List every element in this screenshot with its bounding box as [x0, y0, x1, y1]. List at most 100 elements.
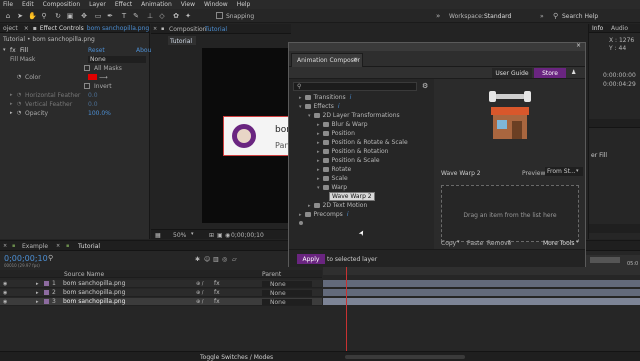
- menu-effect[interactable]: Effect: [115, 1, 132, 8]
- apply-button[interactable]: Apply: [297, 254, 325, 264]
- search-help-input[interactable]: Search Help: [562, 13, 598, 20]
- menu-file[interactable]: File: [3, 1, 13, 8]
- tree-node[interactable]: ▸ Transitions i: [299, 93, 351, 102]
- fx-switch-icon[interactable]: fx: [214, 298, 220, 305]
- close-icon[interactable]: ×: [24, 25, 29, 32]
- account-icon[interactable]: ♟: [571, 69, 576, 76]
- menu-composition[interactable]: Composition: [43, 1, 80, 8]
- layer-name[interactable]: bom sanchopilla.png: [63, 289, 125, 296]
- expand-arrow-icon[interactable]: ▸: [36, 299, 39, 305]
- gear-icon[interactable]: ⚙: [422, 82, 428, 90]
- type-tool-icon[interactable]: T: [120, 12, 128, 20]
- workspace-select[interactable]: Standard: [484, 13, 511, 20]
- switches-icon[interactable]: ⊕ /: [196, 290, 203, 296]
- tab-project[interactable]: oject: [3, 25, 18, 32]
- expand-arrow-icon[interactable]: ▸: [10, 92, 13, 98]
- draft-3d-icon[interactable]: ✱: [195, 256, 200, 263]
- close-icon[interactable]: ×: [575, 42, 582, 49]
- store-button[interactable]: Store: [534, 68, 566, 78]
- camera-tool-icon[interactable]: ▣: [66, 12, 74, 20]
- shy-icon[interactable]: ☺: [204, 256, 210, 263]
- grid-icon[interactable]: ▦: [155, 232, 161, 239]
- stopwatch-icon[interactable]: ◔: [17, 110, 21, 116]
- zoom-tool-icon[interactable]: ⚲: [40, 12, 48, 20]
- expand-arrow-icon[interactable]: ▸: [36, 281, 39, 287]
- search-input[interactable]: ⚲: [293, 82, 417, 91]
- menu-view[interactable]: View: [181, 1, 195, 8]
- collapse-arrow-icon[interactable]: ▸: [317, 176, 320, 182]
- tree-node[interactable]: ▾ 2D Layer Transformations: [308, 111, 400, 120]
- chevron-down-icon[interactable]: ▾: [191, 231, 194, 237]
- tab-info[interactable]: Info: [592, 25, 603, 32]
- expand-arrow-icon[interactable]: ▾: [299, 104, 302, 110]
- tree-node[interactable]: ▸ Blur & Warp: [317, 120, 368, 129]
- fx-switch-icon[interactable]: fx: [214, 280, 220, 287]
- switches-icon[interactable]: ⊕ /: [196, 299, 203, 305]
- invert-checkbox[interactable]: [84, 83, 90, 89]
- hand-tool-icon[interactable]: ✋: [28, 12, 37, 20]
- info-icon[interactable]: i: [347, 211, 349, 218]
- col-source-name[interactable]: Source Name: [64, 271, 104, 278]
- paste-button[interactable]: Paste: [467, 240, 483, 247]
- tree-node[interactable]: ▸ Position & Rotate & Scale: [317, 138, 408, 147]
- collapse-arrow-icon[interactable]: ▸: [317, 131, 320, 137]
- tree-node[interactable]: ▸ Position & Rotation: [317, 147, 388, 156]
- collapse-arrow-icon[interactable]: ▸: [317, 122, 320, 128]
- window-titlebar[interactable]: ×: [289, 42, 585, 51]
- lock-icon[interactable]: ▪: [33, 25, 37, 32]
- layer-row[interactable]: ◉ ▸ 2 bom sanchopilla.png ⊕ / fx None: [0, 289, 322, 297]
- info-icon[interactable]: i: [350, 94, 352, 101]
- workspace-chevron-icon[interactable]: »: [540, 13, 544, 20]
- layer-row[interactable]: ◉ ▸ 3 bom sanchopilla.png ⊕ / fx None: [0, 298, 322, 306]
- panel-menu-icon[interactable]: ≡: [353, 56, 358, 63]
- pan-behind-tool-icon[interactable]: ✥: [80, 12, 88, 20]
- expand-arrow-icon[interactable]: ▸: [10, 110, 13, 116]
- snapshot-icon[interactable]: ◉: [225, 232, 230, 239]
- info-icon[interactable]: i: [338, 103, 340, 110]
- menu-edit[interactable]: Edit: [22, 1, 34, 8]
- chevron-down-icon[interactable]: ▾: [508, 239, 511, 245]
- collapse-arrow-icon[interactable]: ▸: [299, 95, 302, 101]
- layer-row[interactable]: ◉ ▸ 1 bom sanchopilla.png ⊕ / fx None: [0, 280, 322, 288]
- frame-blend-icon[interactable]: ▥: [213, 256, 219, 263]
- lock-icon[interactable]: ▪: [161, 26, 164, 32]
- visibility-eye-icon[interactable]: ◉: [3, 281, 7, 287]
- clone-stamp-tool-icon[interactable]: ⊥: [146, 12, 154, 20]
- collapse-arrow-icon[interactable]: ▸: [317, 149, 320, 155]
- collapse-arrow-icon[interactable]: ▸: [317, 140, 320, 146]
- layer-duration-bar[interactable]: [323, 289, 640, 296]
- tree-node[interactable]: ▸ Precomps i: [299, 210, 348, 219]
- tree-node[interactable]: ▸ Position: [317, 129, 355, 138]
- menu-window[interactable]: Window: [204, 1, 228, 8]
- layer-name[interactable]: bom sanchopilla.png: [63, 298, 125, 305]
- color-swatch[interactable]: [88, 74, 97, 80]
- fx-icon[interactable]: fx: [10, 47, 16, 54]
- tree-node[interactable]: Wave Warp 2: [326, 192, 375, 201]
- tab-example[interactable]: Example: [22, 243, 48, 250]
- close-icon[interactable]: ×: [3, 243, 7, 249]
- timeline-timecode[interactable]: 0;00;00;10: [4, 254, 48, 263]
- comp-timecode[interactable]: 0;00;00;10: [231, 232, 264, 239]
- zoom-slider[interactable]: [345, 355, 465, 359]
- stopwatch-icon[interactable]: ◔: [17, 74, 21, 80]
- prop-value[interactable]: 0.0: [88, 101, 98, 108]
- all-masks-checkbox[interactable]: [84, 65, 90, 71]
- expand-arrow-icon[interactable]: ▸: [36, 290, 39, 296]
- region-icon[interactable]: ⊞: [209, 232, 214, 239]
- menu-animation[interactable]: Animation: [141, 1, 172, 8]
- collapse-arrow-icon[interactable]: ▸: [308, 203, 311, 209]
- chevron-down-icon[interactable]: ▾: [457, 239, 460, 245]
- workspace-menu-icon[interactable]: »: [436, 12, 440, 20]
- home-icon[interactable]: ⌂: [4, 12, 12, 20]
- tab-audio[interactable]: Audio: [611, 25, 628, 32]
- expand-arrow-icon[interactable]: ▾: [3, 47, 6, 53]
- more-tools-button[interactable]: More Tools: [543, 240, 575, 247]
- motion-blur-icon[interactable]: ◎: [222, 256, 227, 263]
- roto-brush-tool-icon[interactable]: ✿: [172, 12, 180, 20]
- user-guide-button[interactable]: User Guide: [492, 68, 532, 78]
- layer-name[interactable]: bom sanchopilla.png: [63, 280, 125, 287]
- drop-zone[interactable]: Drag an item from the list here: [441, 185, 579, 242]
- rotate-tool-icon[interactable]: ↻: [54, 12, 62, 20]
- tree-node[interactable]: ▸ 2D Text Motion: [308, 201, 367, 210]
- reset-link[interactable]: Reset: [88, 47, 105, 54]
